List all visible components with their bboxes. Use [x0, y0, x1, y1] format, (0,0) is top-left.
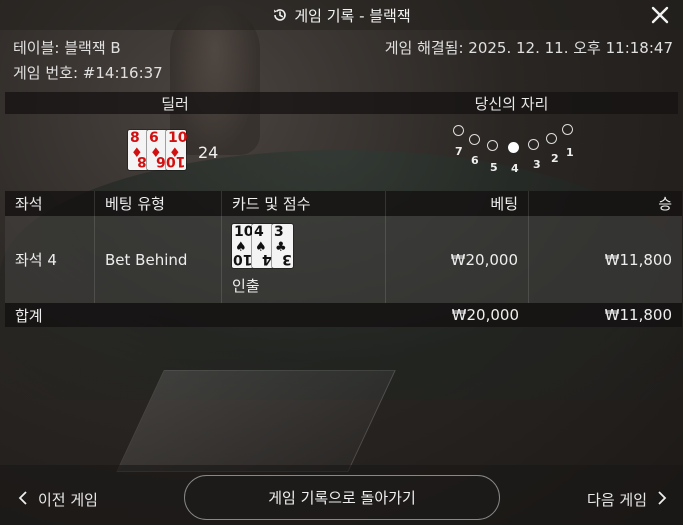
row-bet-type: Bet Behind — [95, 216, 222, 303]
dealer-header: 딜러 — [5, 92, 345, 114]
playing-card: 8 ♦ 8 — [128, 130, 148, 170]
chevron-right-icon — [657, 490, 667, 509]
seat-circle-2 — [546, 133, 557, 144]
table-name: 테이블: 블랙잭 B — [13, 39, 121, 57]
total-bet: ₩20,000 — [451, 306, 519, 324]
seat-number-1: 1 — [566, 146, 574, 159]
playing-card: 10 ♠ 10 — [232, 223, 254, 268]
prev-game-button[interactable]: 이전 게임 — [18, 489, 98, 510]
card-rank-inverted: 6 — [156, 153, 166, 169]
history-icon — [272, 7, 288, 23]
header-seat: 좌석 — [5, 191, 95, 216]
card-rank: 8 — [130, 130, 140, 146]
playing-card: 6 ♦ 6 — [147, 130, 167, 170]
card-rank-inverted: 10 — [232, 250, 252, 267]
card-rank-inverted: 3 — [282, 250, 292, 267]
card-rank-inverted: 10 — [165, 153, 185, 169]
page-title: 게임 기록 - 블랙잭 — [294, 6, 411, 25]
seat-number-7: 7 — [455, 145, 463, 158]
row-bet: ₩20,000 — [386, 216, 529, 303]
next-game-button[interactable]: 다음 게임 — [587, 489, 667, 510]
seat-circle-4 — [508, 142, 519, 153]
bet-table: 좌석 베팅 유형 카드 및 점수 베팅 승 좌석 4 Bet Behind 10… — [5, 191, 682, 327]
seat-number-6: 6 — [471, 154, 479, 167]
seat-number-5: 5 — [490, 161, 498, 174]
card-rank: 4 — [254, 223, 264, 240]
game-resolved-time: 게임 해결됨: 2025. 12. 11. 오후 11:18:47 — [384, 39, 673, 57]
game-number: 게임 번호: #14:16:37 — [13, 64, 163, 82]
playing-card: 10 ♦ 10 — [165, 130, 188, 170]
header-bet: 베팅 — [386, 191, 529, 216]
dealer-cards: 8 ♦ 8 6 ♦ 6 10 ♦ 10 — [128, 130, 188, 170]
card-rank: 3 — [274, 223, 284, 240]
next-game-label: 다음 게임 — [587, 491, 647, 509]
card-rank: 10 — [234, 223, 254, 240]
total-label: 합계 — [15, 306, 43, 325]
row-win: ₩11,800 — [604, 250, 672, 269]
seat-circle-3 — [528, 139, 539, 150]
prev-game-label: 이전 게임 — [38, 491, 98, 509]
seat-circle-7 — [453, 125, 464, 136]
card-rank-inverted: 4 — [262, 250, 272, 267]
table-row: 좌석 4 Bet Behind 10 ♠ 10 4 ♠ 4 3 ♣ 3 인출 ₩20,000 ₩… — [5, 216, 682, 303]
seat-circle-6 — [469, 134, 480, 145]
header-cards-score: 카드 및 점수 — [222, 191, 386, 216]
total-row: 합계 ₩20,000 ₩11,800 — [5, 303, 682, 327]
seat-map: 7654 321 — [445, 118, 585, 175]
close-icon[interactable] — [649, 4, 671, 26]
header-bet-type: 베팅 유형 — [95, 191, 222, 216]
seat-number-3: 3 — [533, 158, 541, 171]
total-win: ₩11,800 — [604, 306, 672, 324]
table-header-row: 좌석 베팅 유형 카드 및 점수 베팅 승 — [5, 191, 682, 216]
row-cards-score: 10 ♠ 10 4 ♠ 4 3 ♣ 3 인출 — [222, 216, 386, 303]
chevron-left-icon — [18, 490, 28, 509]
card-rank: 10 — [168, 130, 188, 146]
seat-circle-5 — [487, 140, 498, 151]
seat-number-4: 4 — [511, 162, 519, 175]
row-seat: 좌석 4 — [5, 216, 95, 303]
header-win: 승 — [658, 195, 672, 213]
seat-number-2: 2 — [551, 152, 559, 165]
seat-circle-1 — [562, 124, 573, 135]
playing-card: 3 ♣ 3 — [272, 223, 293, 268]
row-result: 인출 — [232, 276, 260, 295]
back-to-history-button[interactable]: 게임 기록으로 돌아가기 — [184, 475, 500, 520]
title-group: 게임 기록 - 블랙잭 — [272, 5, 411, 26]
seat-header: 당신의 자리 — [345, 92, 678, 114]
title-bar: 게임 기록 - 블랙잭 — [0, 0, 683, 30]
background-card-shoe — [116, 370, 396, 472]
player-cards: 10 ♠ 10 4 ♠ 4 3 ♣ 3 — [232, 223, 293, 268]
card-rank: 6 — [149, 130, 159, 146]
card-rank-inverted: 8 — [137, 153, 147, 169]
playing-card: 4 ♠ 4 — [252, 223, 273, 268]
dealer-score: 24 — [198, 143, 219, 162]
